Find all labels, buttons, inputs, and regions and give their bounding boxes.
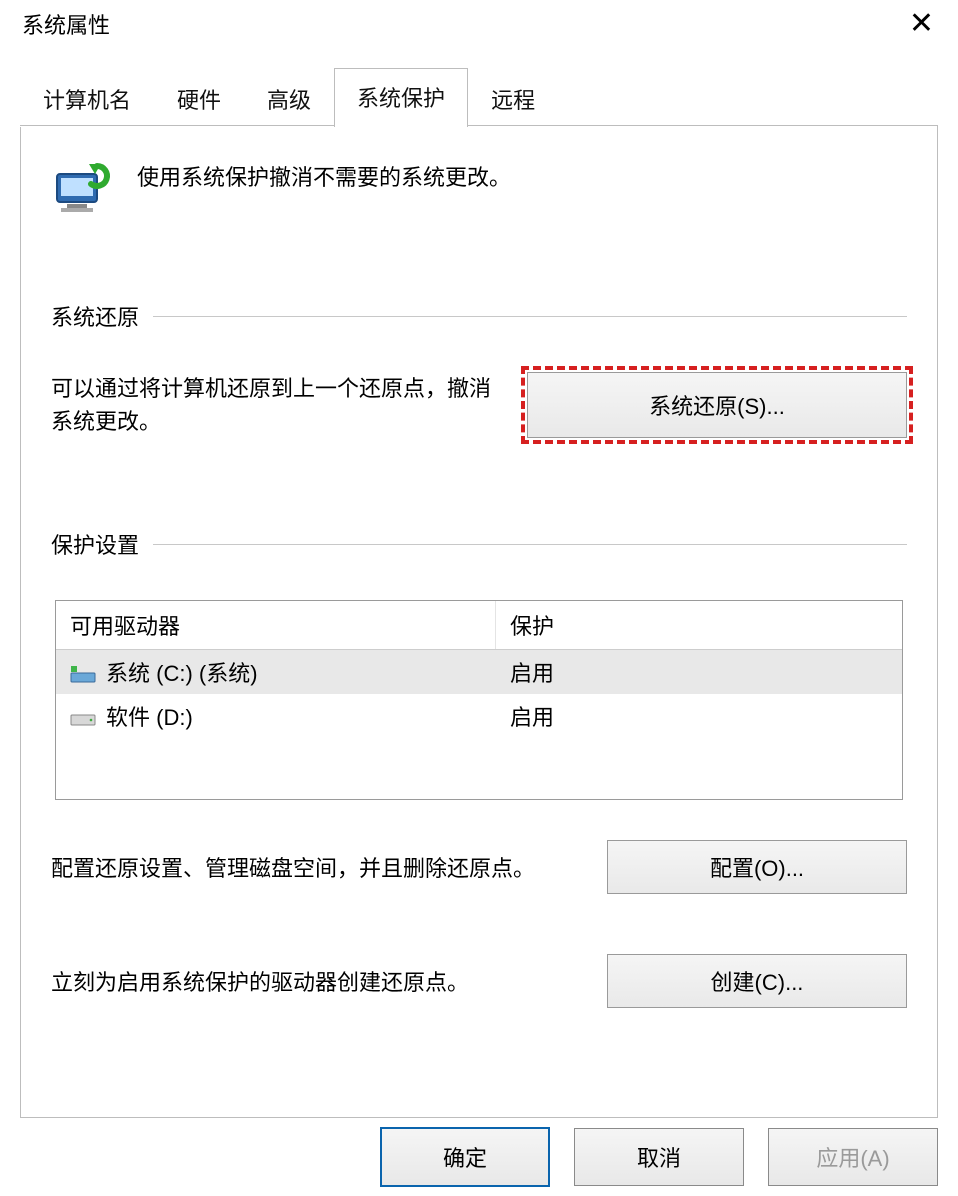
configure-button[interactable]: 配置(O)... — [607, 840, 907, 894]
divider-line — [153, 316, 907, 317]
system-restore-button[interactable]: 系统还原(S)... — [527, 372, 907, 438]
ok-button[interactable]: 确定 — [380, 1127, 550, 1187]
tabstrip: 计算机名 硬件 高级 系统保护 远程 — [0, 48, 958, 126]
restore-description: 可以通过将计算机还原到上一个还原点，撤消系统更改。 — [51, 372, 503, 438]
dialog-footer: 确定 取消 应用(A) — [0, 1118, 958, 1196]
tab-bottom-line — [20, 125, 938, 126]
tab-system-protection[interactable]: 系统保护 — [334, 68, 468, 127]
section-protect-header: 保护设置 — [51, 528, 907, 560]
configure-row: 配置还原设置、管理磁盘空间，并且删除还原点。 配置(O)... — [51, 840, 907, 894]
section-restore-title: 系统还原 — [51, 300, 139, 332]
tab-computer-name[interactable]: 计算机名 — [20, 72, 154, 127]
hero-text: 使用系统保护撤消不需要的系统更改。 — [137, 160, 511, 192]
section-protect-title: 保护设置 — [51, 528, 139, 560]
tab-panel-system-protection: 使用系统保护撤消不需要的系统更改。 系统还原 可以通过将计算机还原到上一个还原点… — [20, 126, 938, 1118]
drive-table: 可用驱动器 保护 系统 (C:) (系统) 启用 — [55, 600, 903, 800]
table-row[interactable]: 软件 (D:) 启用 — [56, 694, 902, 738]
restore-row: 可以通过将计算机还原到上一个还原点，撤消系统更改。 系统还原(S)... — [51, 372, 907, 438]
window-title: 系统属性 — [22, 8, 110, 40]
create-row: 立刻为启用系统保护的驱动器创建还原点。 创建(C)... — [51, 954, 907, 1008]
divider-line — [153, 544, 907, 545]
drive-protection: 启用 — [496, 694, 902, 738]
system-protection-icon — [51, 156, 115, 220]
tab-advanced[interactable]: 高级 — [244, 72, 334, 127]
tab-hardware[interactable]: 硬件 — [154, 72, 244, 127]
drive-protection: 启用 — [496, 650, 902, 694]
system-drive-icon — [70, 663, 96, 681]
close-icon[interactable]: ✕ — [899, 5, 944, 43]
system-properties-window: 系统属性 ✕ 计算机名 硬件 高级 系统保护 远程 使用系统保护撤消不需要的系统… — [0, 0, 958, 1196]
create-description: 立刻为启用系统保护的驱动器创建还原点。 — [51, 965, 583, 997]
drive-table-header: 可用驱动器 保护 — [56, 601, 902, 650]
create-button[interactable]: 创建(C)... — [607, 954, 907, 1008]
drive-icon — [70, 707, 96, 725]
hero-row: 使用系统保护撤消不需要的系统更改。 — [51, 156, 907, 220]
titlebar: 系统属性 ✕ — [0, 0, 958, 48]
drive-name: 软件 (D:) — [106, 700, 193, 732]
drive-name: 系统 (C:) (系统) — [106, 656, 258, 688]
col-protection[interactable]: 保护 — [496, 601, 902, 649]
table-row[interactable]: 系统 (C:) (系统) 启用 — [56, 650, 902, 694]
apply-button[interactable]: 应用(A) — [768, 1128, 938, 1186]
cancel-button[interactable]: 取消 — [574, 1128, 744, 1186]
tab-remote[interactable]: 远程 — [468, 72, 558, 127]
col-drive[interactable]: 可用驱动器 — [56, 601, 496, 649]
configure-description: 配置还原设置、管理磁盘空间，并且删除还原点。 — [51, 851, 583, 883]
section-restore-header: 系统还原 — [51, 300, 907, 332]
